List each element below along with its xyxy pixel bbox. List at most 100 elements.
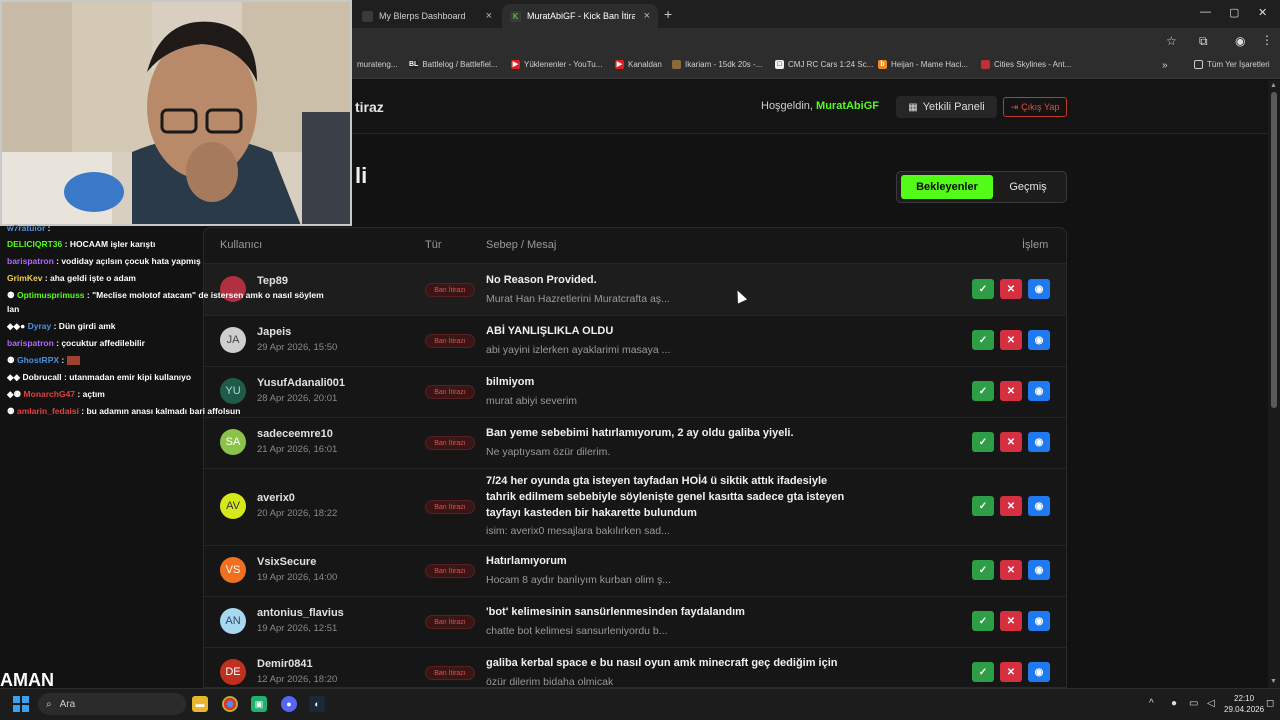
tab-blerps-dashboard[interactable]: My Blerps Dashboard × — [354, 4, 500, 28]
view-button[interactable]: ◉ — [1028, 560, 1050, 580]
extensions-icon[interactable]: ⧉ — [1199, 34, 1208, 49]
view-button[interactable]: ◉ — [1028, 381, 1050, 401]
tab-close-icon[interactable]: × — [486, 10, 492, 22]
reject-button[interactable]: ✕ — [1000, 496, 1022, 516]
chat-username: barispatron — [7, 338, 54, 348]
tab-pending[interactable]: Bekleyenler — [901, 175, 993, 199]
profile-icon[interactable]: ◉ — [1235, 34, 1245, 48]
bookmark-item[interactable]: murateng... — [357, 60, 397, 69]
page-title: li — [355, 163, 368, 188]
column-header-reason: Sebep / Mesaj — [486, 239, 557, 251]
view-button[interactable]: ◉ — [1028, 432, 1050, 452]
taskbar-search[interactable]: ⌕ Ara — [38, 693, 186, 715]
star-icon[interactable]: ☆ — [1166, 34, 1177, 48]
reject-button[interactable]: ✕ — [1000, 662, 1022, 682]
chat-username: Dyray — [27, 321, 52, 331]
row-message: isim: averix0 mesajlara bakılırken sad..… — [486, 525, 670, 537]
badge-icon: ◆◆ — [7, 372, 21, 382]
chat-text: : HOCAAM işler karıştı — [64, 239, 156, 249]
scroll-down-icon[interactable]: ▼ — [1270, 678, 1277, 685]
close-window-icon[interactable]: ✕ — [1258, 6, 1267, 19]
chat-line: barispatron : çocuktur affedilebilir — [7, 338, 145, 348]
minimize-icon[interactable]: — — [1200, 6, 1211, 18]
approve-button[interactable]: ✓ — [972, 279, 994, 299]
approve-button[interactable]: ✓ — [972, 432, 994, 452]
row-message: özür dilerim bidaha olmicak — [486, 676, 614, 688]
heijan-icon: b — [878, 60, 887, 69]
chat-line: ◆◆ Dobrucall : utanmadan emir kipi kulla… — [7, 372, 191, 383]
bookmark-item[interactable]: b Heijan - Mame Haci... — [878, 60, 968, 69]
view-button[interactable]: ◉ — [1028, 611, 1050, 631]
approve-button[interactable]: ✓ — [972, 381, 994, 401]
table-row[interactable] — [204, 315, 1066, 366]
bookmark-item[interactable]: ▶ Yüklenenler - YouTu... — [511, 60, 602, 69]
new-tab-button[interactable]: + — [664, 6, 672, 22]
volume-icon[interactable]: ◁ — [1207, 698, 1215, 709]
avatar: AV — [220, 493, 246, 519]
row-reason: No Reason Provided. — [486, 274, 597, 286]
network-icon[interactable]: ▭ — [1189, 698, 1198, 709]
scroll-up-icon[interactable]: ▲ — [1270, 82, 1277, 89]
reject-button[interactable]: ✕ — [1000, 330, 1022, 350]
chat-line: ⚉ GhostRPX : — [7, 355, 80, 366]
approve-button[interactable]: ✓ — [972, 611, 994, 631]
reject-button[interactable]: ✕ — [1000, 381, 1022, 401]
tab-ban-itiraz[interactable]: K MuratAbiGF - Kick Ban İtiraz Sis × — [502, 4, 658, 28]
eye-icon: ◉ — [1034, 283, 1044, 295]
type-badge: Ban İtirazı — [425, 666, 475, 680]
admin-panel-button[interactable]: ▦ Yetkili Paneli — [896, 96, 997, 118]
youtube-icon: ▶ — [511, 60, 520, 69]
welcome-prefix: Hoşgeldin, — [761, 100, 813, 112]
badge-icon: ⚉ — [7, 406, 15, 416]
windows-start-icon[interactable] — [13, 696, 29, 712]
reject-button[interactable]: ✕ — [1000, 560, 1022, 580]
approve-button[interactable]: ✓ — [972, 496, 994, 516]
logout-button[interactable]: ⇥ Çıkış Yap — [1003, 97, 1067, 117]
file-explorer-icon[interactable]: ▬ — [192, 696, 208, 712]
maximize-icon[interactable]: ▢ — [1229, 6, 1239, 19]
approve-button[interactable]: ✓ — [972, 560, 994, 580]
all-bookmarks-label: Tüm Yer İşaretleri — [1207, 60, 1270, 69]
discord-icon[interactable]: ● — [281, 696, 297, 712]
approve-button[interactable]: ✓ — [972, 330, 994, 350]
clock-date: 29.04.2026 — [1224, 705, 1265, 714]
row-message: Ne yaptıysam özür dilerim. — [486, 446, 611, 458]
battlelog-icon: BL — [409, 60, 419, 69]
menu-icon[interactable]: ⋮ — [1261, 33, 1273, 47]
type-badge: Ban İtirazı — [425, 500, 475, 514]
table-row[interactable] — [204, 366, 1066, 417]
tab-close-icon[interactable]: × — [644, 10, 650, 22]
notification-icon[interactable]: ◻ — [1266, 698, 1274, 709]
panel-icon: ▦ — [908, 101, 918, 113]
view-button[interactable]: ◉ — [1028, 662, 1050, 682]
type-badge: Ban İtirazı — [425, 436, 475, 450]
app-icon[interactable]: ▣ — [251, 696, 267, 712]
bookmark-item[interactable]: ▶ Kanaldan — [615, 60, 662, 69]
chrome-icon[interactable] — [222, 696, 238, 712]
row-date: 12 Apr 2026, 18:20 — [257, 674, 338, 685]
scrollbar-thumb[interactable] — [1271, 92, 1277, 408]
reject-button[interactable]: ✕ — [1000, 611, 1022, 631]
all-bookmarks-button[interactable]: Tüm Yer İşaretleri — [1194, 60, 1270, 69]
view-button[interactable]: ◉ — [1028, 330, 1050, 350]
microphone-icon[interactable]: ● — [1171, 698, 1177, 709]
reject-button[interactable]: ✕ — [1000, 279, 1022, 299]
reject-button[interactable]: ✕ — [1000, 432, 1022, 452]
steam-icon[interactable]: ◐ — [309, 696, 325, 712]
bookmark-item[interactable]: BL Battlelog / Battlefiel... — [409, 60, 498, 69]
taskbar-clock[interactable]: 22:10 29.04.2026 — [1224, 693, 1264, 715]
bookmark-item[interactable]: □ CMJ RC Cars 1:24 Sc... — [775, 60, 873, 69]
view-button[interactable]: ◉ — [1028, 279, 1050, 299]
table-row[interactable] — [204, 263, 1066, 315]
bookmarks-overflow-icon[interactable]: » — [1162, 60, 1168, 71]
tab-title: MuratAbiGF - Kick Ban İtiraz Sis — [527, 11, 635, 21]
tray-overflow-icon[interactable]: ^ — [1149, 698, 1154, 709]
bookmark-item[interactable]: Ikariam - 15dk 20s -... — [672, 60, 762, 69]
bookmark-item[interactable]: Cities Skylines - Ant... — [981, 60, 1071, 69]
table-row[interactable] — [204, 545, 1066, 596]
type-badge: Ban İtirazı — [425, 385, 475, 399]
tab-history[interactable]: Geçmiş — [995, 175, 1061, 199]
view-button[interactable]: ◉ — [1028, 496, 1050, 516]
approve-button[interactable]: ✓ — [972, 662, 994, 682]
chat-text: lan — [7, 304, 20, 314]
